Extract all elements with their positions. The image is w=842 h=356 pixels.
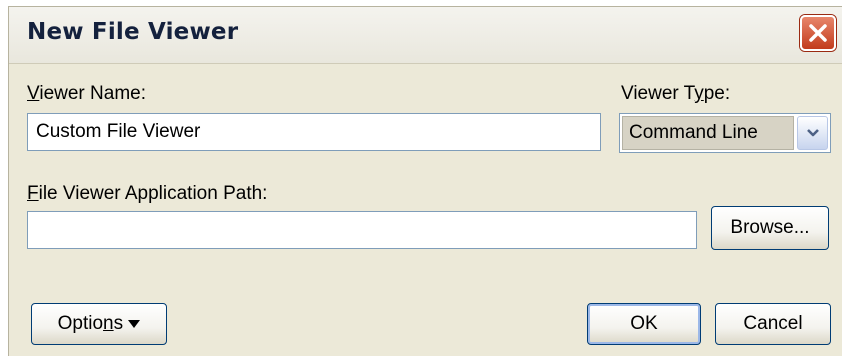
viewer-type-access-key: y: [694, 83, 704, 104]
options-access-key: n: [103, 313, 114, 334]
viewer-type-label-pre: Viewer T: [621, 83, 695, 104]
options-button-label: Options: [32, 313, 166, 335]
viewer-type-selected-value: Command Line: [622, 116, 794, 150]
viewer-name-access-key: V: [27, 83, 40, 104]
options-label-pre: Optio: [57, 313, 104, 334]
ok-button-label: OK: [630, 313, 658, 334]
new-file-viewer-dialog: New File Viewer Viewer Name: Viewer Type…: [8, 6, 842, 356]
viewer-name-input[interactable]: [28, 114, 600, 150]
chevron-down-icon: [807, 129, 819, 137]
app-path-access-key: F: [27, 183, 39, 204]
close-button[interactable]: [800, 15, 836, 51]
viewer-type-dropdown-button[interactable]: [797, 116, 828, 150]
viewer-type-select[interactable]: Command Line: [619, 113, 831, 153]
app-path-input[interactable]: [28, 212, 696, 248]
dialog-title: New File Viewer: [27, 19, 239, 45]
triangle-down-icon: [128, 319, 141, 328]
options-button[interactable]: Options: [31, 303, 167, 345]
browse-button-label: Browse...: [730, 217, 810, 238]
app-path-label: File Viewer Application Path:: [27, 183, 267, 205]
viewer-type-label-post: pe:: [703, 83, 731, 104]
ok-button[interactable]: OK: [587, 303, 701, 345]
close-icon: [809, 24, 827, 42]
cancel-button-label: Cancel: [743, 313, 803, 334]
viewer-name-label-text: iewer Name:: [39, 83, 146, 104]
viewer-name-label: Viewer Name:: [27, 83, 146, 105]
browse-button[interactable]: Browse...: [711, 206, 829, 250]
title-bar[interactable]: New File Viewer: [9, 7, 842, 64]
options-label-post: s: [113, 313, 124, 334]
app-path-field[interactable]: [27, 211, 697, 249]
viewer-type-label: Viewer Type:: [621, 83, 730, 105]
cancel-button[interactable]: Cancel: [715, 303, 831, 345]
app-path-label-text: ile Viewer Application Path:: [38, 183, 268, 204]
viewer-name-field[interactable]: [27, 113, 601, 151]
